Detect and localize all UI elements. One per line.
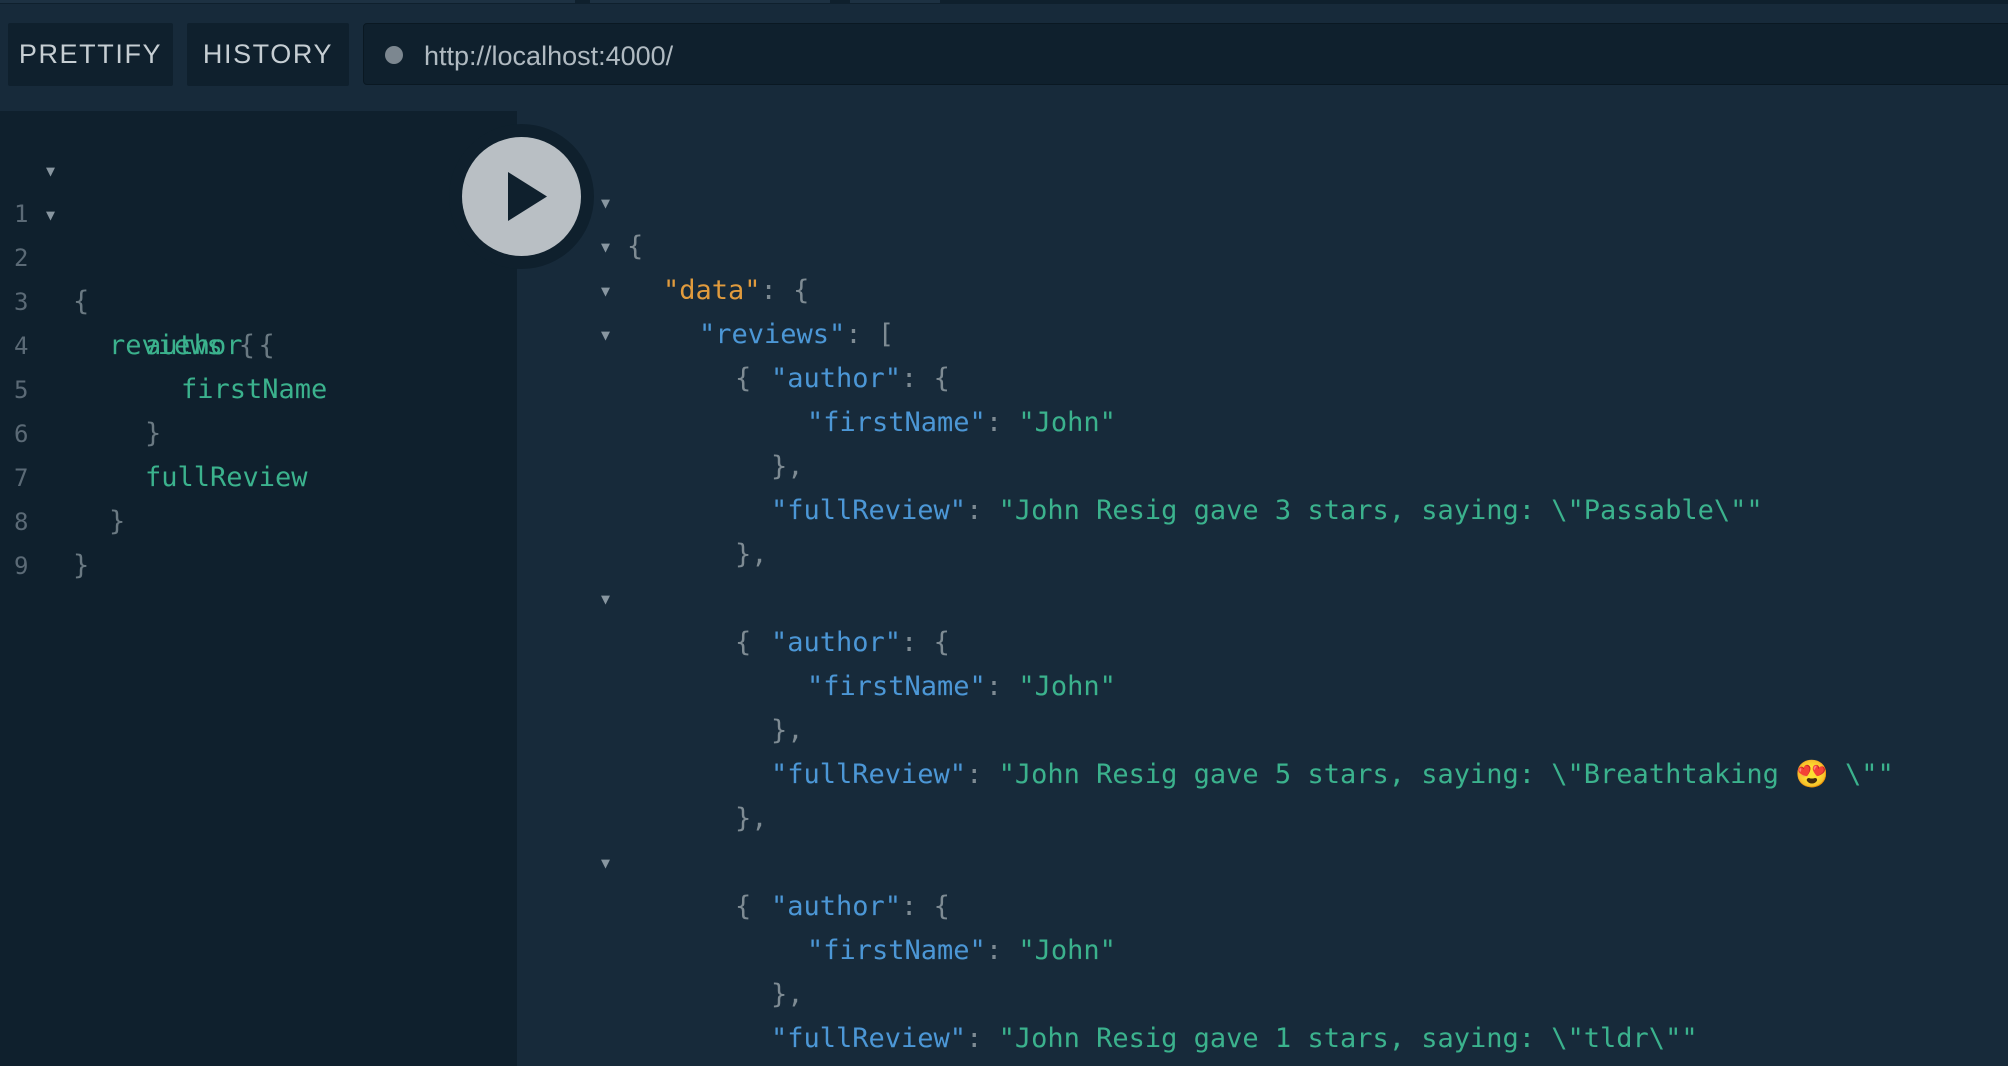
graphql-playground: PRETTIFY HISTORY 1 ▼ { 2 ▼ reviews{ 3 au…: [0, 0, 2008, 1066]
result-line: ▼ {: [517, 533, 2008, 658]
result-line: "firstName": "John": [517, 621, 2008, 702]
result-line: "fullReview": "John Resig gave 3 stars, …: [517, 445, 2008, 526]
editor-line: 2 ▼ reviews{: [0, 192, 517, 361]
result-line: ▼ {: [517, 269, 2008, 394]
editor-line: 6 fullReview: [0, 368, 517, 493]
results-pane: ▼ { ▼ "data": { ▼ "reviews": [ ▼ { "auth…: [517, 111, 2008, 1066]
result-line: },: [735, 539, 768, 570]
tab-strip-segment: [590, 0, 830, 3]
result-line: },: [771, 715, 804, 746]
editor-line: 4 firstName: [0, 280, 517, 405]
tab-strip-segment: [850, 0, 940, 3]
result-line: "author": {: [517, 841, 2008, 922]
query-editor[interactable]: 1 ▼ { 2 ▼ reviews{ 3 author{ 4 firstName…: [0, 111, 517, 1066]
result-line: ▼ {: [517, 797, 2008, 922]
execute-query-button[interactable]: [462, 137, 581, 256]
result-line: },: [735, 803, 768, 834]
prettify-button[interactable]: PRETTIFY: [8, 23, 173, 86]
play-icon: [508, 172, 547, 221]
editor-line: 5 }: [0, 324, 517, 449]
editor-line: 1 ▼ {: [0, 148, 517, 317]
result-line: "firstName": "John": [517, 885, 2008, 966]
result-line: ▼ {: [517, 137, 2008, 262]
line-number: 9: [14, 552, 29, 580]
editor-line: 8 }: [0, 456, 517, 581]
toolbar: PRETTIFY HISTORY: [0, 0, 2008, 108]
endpoint-url-input[interactable]: [422, 36, 1926, 76]
result-line: "firstName": "John": [517, 357, 2008, 438]
result-line: ▼ "reviews": [: [517, 225, 2008, 350]
result-line: },: [517, 1017, 2008, 1061]
result-line: "fullReview": "John Resig gave 1 stars, …: [517, 973, 2008, 1054]
editor-line: 7 }: [0, 412, 517, 537]
editor-line: 3 author{: [0, 236, 517, 361]
fold-arrow-icon[interactable]: ▼: [46, 149, 55, 193]
history-button[interactable]: HISTORY: [187, 23, 349, 86]
fold-arrow-icon[interactable]: ▼: [46, 193, 55, 237]
result-line: },: [771, 451, 804, 482]
result-line: "author": {: [517, 577, 2008, 658]
result-line: "author": {: [517, 313, 2008, 394]
result-line: "fullReview": "John Resig gave 5 stars, …: [517, 709, 2008, 790]
result-line: ▼ "data": {: [517, 181, 2008, 306]
result-line: },: [771, 979, 804, 1010]
editor-line: 9: [0, 500, 517, 580]
endpoint-url-bar[interactable]: [363, 23, 2008, 85]
tab-strip-segment: [0, 0, 575, 3]
tab-strip: [0, 0, 2008, 4]
status-dot-icon: [385, 46, 403, 64]
